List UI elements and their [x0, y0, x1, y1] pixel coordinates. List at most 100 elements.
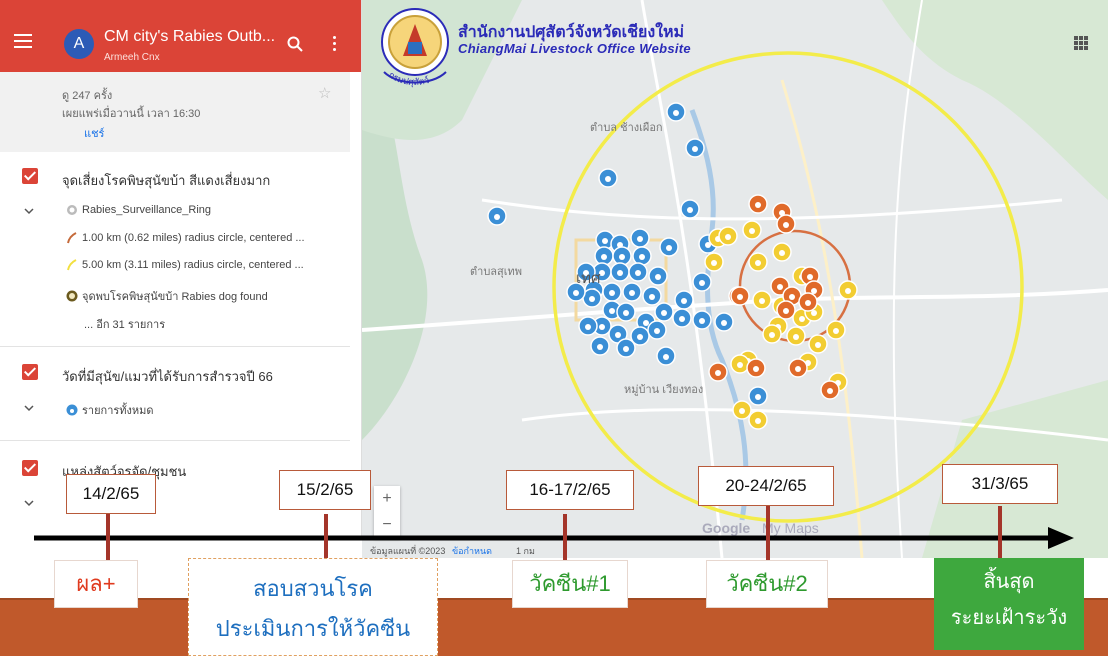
layer-item-label: รายการทั้งหมด	[82, 405, 154, 417]
paw-icon	[759, 298, 765, 304]
paw-icon	[783, 308, 789, 314]
paw-icon	[845, 288, 851, 294]
paw-icon	[629, 290, 635, 296]
paw-icon	[725, 234, 731, 240]
event-investigation: สอบสวนโรค ประเมินการให้วัคซีน	[188, 558, 438, 656]
paw-icon	[721, 320, 727, 326]
paw-icon	[605, 176, 611, 182]
paw-icon	[711, 260, 717, 266]
place-label: หมู่บ้าน เวียงทอง	[624, 384, 704, 396]
paw-icon	[795, 366, 801, 372]
date-label: 20-24/2/65	[698, 466, 834, 506]
timeline-tick	[106, 514, 110, 562]
paw-icon	[789, 294, 795, 300]
paw-icon	[666, 245, 672, 251]
zoom-in-button[interactable]: +	[374, 486, 400, 512]
timeline-arrow	[34, 527, 1074, 549]
paw-icon	[807, 274, 813, 280]
paw-icon	[679, 316, 685, 322]
paw-icon	[609, 308, 615, 314]
paw-icon	[623, 310, 629, 316]
paw-icon	[597, 344, 603, 350]
paw-icon	[769, 332, 775, 338]
search-icon[interactable]	[287, 36, 303, 52]
paw-icon	[615, 332, 621, 338]
layer-title-temples: วัดที่มีสุนัข/แมวที่ได้รับการสำรวจปี 66	[62, 369, 273, 384]
avatar[interactable]: A	[64, 29, 94, 59]
layer-checkbox-temples[interactable]	[22, 364, 38, 380]
paw-icon	[777, 284, 783, 290]
timeline-tick	[998, 506, 1002, 558]
paw-icon	[755, 394, 761, 400]
layer-checkbox-risk[interactable]	[22, 168, 38, 184]
menu-icon[interactable]	[14, 34, 32, 48]
event-line: ระยะเฝ้าระวัง	[950, 607, 1068, 629]
line-style-icon	[67, 259, 77, 271]
published-time: เผยแพร่เมื่อวานนี้ เวลา 16:30	[62, 108, 201, 120]
paw-icon	[637, 236, 643, 242]
event-end-surveillance: สิ้นสุด ระยะเฝ้าระวัง	[934, 558, 1084, 650]
date-label: 16-17/2/65	[506, 470, 634, 510]
layer-item-label: จุดพบโรคพิษสุนัขบ้า Rabies dog found	[82, 291, 268, 303]
paw-icon	[673, 110, 679, 116]
event-vaccine-2: วัคซีน#2	[706, 560, 828, 608]
line-style-icon	[67, 232, 77, 244]
paw-icon	[799, 316, 805, 322]
paw-icon	[643, 320, 649, 326]
layer-item-all[interactable]: รายการทั้งหมด	[66, 401, 154, 419]
more-options-icon[interactable]	[333, 36, 337, 52]
more-items-link[interactable]: ... อีก 31 รายการ	[84, 315, 165, 333]
paw-icon	[827, 388, 833, 394]
layer-item-ring[interactable]: Rabies_Surveillance_Ring	[66, 204, 211, 216]
paw-icon	[655, 274, 661, 280]
layer-title-risk: จุดเสี่ยงโรคพิษสุนัขบ้า สีแดงเสี่ยงมาก	[62, 173, 271, 188]
event-line: สอบสวนโรค	[253, 576, 373, 601]
event-line: ประเมินการให้วัคซีน	[215, 616, 411, 641]
paw-icon	[753, 366, 759, 372]
paw-icon	[649, 294, 655, 300]
share-link[interactable]: แชร์	[84, 124, 104, 142]
chevron-down-icon[interactable]	[24, 206, 34, 216]
star-icon[interactable]: ☆	[318, 84, 331, 102]
paw-icon	[715, 370, 721, 376]
paw-icon	[585, 324, 591, 330]
paw-icon	[755, 202, 761, 208]
paw-icon	[805, 300, 811, 306]
chevron-down-icon[interactable]	[24, 403, 34, 413]
event-positive: ผล+	[54, 560, 138, 608]
office-name-english[interactable]: ChiangMai Livestock Office Website	[458, 41, 691, 56]
timeline-tick	[324, 514, 328, 558]
paw-icon	[783, 222, 789, 228]
layer-item-dog-found[interactable]: จุดพบโรคพิษสุนัขบ้า Rabies dog found	[66, 287, 268, 305]
paw-icon	[617, 270, 623, 276]
layer-checkbox-stray[interactable]	[22, 460, 38, 476]
chevron-down-icon[interactable]	[24, 498, 34, 508]
paw-icon	[661, 310, 667, 316]
date-label: 14/2/65	[66, 474, 156, 514]
layer-item-label: 5.00 km (3.11 miles) radius circle, cent…	[82, 259, 304, 271]
paw-icon	[755, 418, 761, 424]
layer-item-5km[interactable]: 5.00 km (3.11 miles) radius circle, cent…	[66, 259, 304, 271]
paw-icon	[692, 146, 698, 152]
layer-item-1km[interactable]: 1.00 km (0.62 miles) radius circle, cent…	[66, 232, 305, 244]
layer-item-label: 1.00 km (0.62 miles) radius circle, cent…	[82, 232, 305, 244]
paw-icon	[639, 254, 645, 260]
paw-icon	[737, 294, 743, 300]
map-sidebar: A CM city's Rabies Outb... Armeeh Cnx ดู…	[0, 0, 362, 540]
livestock-seal-logo: กรมปศุสัตว์	[381, 8, 449, 88]
paw-icon	[793, 334, 799, 340]
paw-icon	[755, 260, 761, 266]
paw-icon	[779, 250, 785, 256]
event-vaccine-1: วัคซีน#1	[512, 560, 628, 608]
paw-icon	[494, 214, 500, 220]
paw-icon	[833, 328, 839, 334]
apps-grid-icon[interactable]	[1074, 36, 1088, 50]
date-label: 15/2/65	[279, 470, 371, 510]
map-author[interactable]: Armeeh Cnx	[104, 52, 160, 63]
paw-icon	[663, 354, 669, 360]
paw-icon	[654, 328, 660, 334]
place-label: ตำบล ช้างเผือก	[590, 122, 663, 134]
date-label: 31/3/65	[942, 464, 1058, 504]
paw-icon	[619, 254, 625, 260]
paw-icon	[623, 346, 629, 352]
